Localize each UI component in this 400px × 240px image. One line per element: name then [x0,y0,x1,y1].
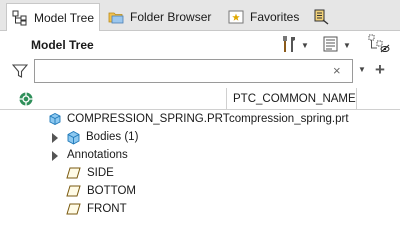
part-icon [48,112,62,129]
datum-plane-icon [66,202,81,219]
tab-model-tree[interactable]: Model Tree [6,3,100,32]
layer-tree-icon [313,9,329,25]
list-settings-icon [322,35,340,56]
tree-row-plane[interactable]: SIDE [0,165,400,183]
hide-items-button[interactable] [368,34,390,57]
datum-plane-icon [66,184,81,201]
tab-layer-tree[interactable] [313,3,335,31]
hidden-items-icon [368,34,390,57]
chevron-down-icon: ▼ [301,40,309,50]
expand-icon[interactable] [52,151,58,161]
tree-row-label: BOTTOM [87,185,136,197]
body-icon [66,130,81,148]
tree-settings-button[interactable]: ▼ [280,35,309,55]
tree-row-plane[interactable]: FRONT [0,201,400,219]
model-tree-toolbar: Model Tree ▼ ▼ [0,31,400,58]
tree-row-bodies[interactable]: Bodies (1) [0,129,400,147]
tree-row-label: Bodies (1) [86,131,139,143]
chevron-down-icon[interactable]: ▼ [358,65,366,74]
filter-row: × ▼ + [0,58,400,86]
tree-row-annotations[interactable]: Annotations [0,147,400,165]
filter-icon[interactable] [11,63,29,82]
folder-icon [108,9,124,25]
model-tree-icon [12,10,28,26]
column-header-common-name[interactable]: PTC_COMMON_NAME [226,88,357,110]
show-columns-button[interactable]: ▼ [322,35,351,55]
tree-row-label: FRONT [87,203,127,215]
tools-icon [280,35,298,56]
tab-model-tree-label: Model Tree [34,11,95,25]
tab-favorites-label: Favorites [250,10,300,24]
tree-row-label: SIDE [87,167,114,179]
tree-row-plane[interactable]: BOTTOM [0,183,400,201]
chevron-down-icon: ▼ [343,40,351,50]
tree-column-header: PTC_COMMON_NAME [0,88,400,110]
tree-row-root[interactable]: COMPRESSION_SPRING.PRT compression_sprin… [0,111,400,129]
tab-folder-browser-label: Folder Browser [130,10,212,24]
tab-folder-browser[interactable]: Folder Browser [108,3,218,31]
tree-row-label: COMPRESSION_SPRING.PRT [67,113,230,125]
model-root-icon [18,91,34,110]
add-filter-button[interactable]: + [375,60,385,80]
panel-title: Model Tree [31,38,94,52]
favorites-icon [228,9,244,25]
clear-icon[interactable]: × [333,63,341,78]
expand-icon[interactable] [52,133,58,143]
search-input[interactable] [34,59,353,83]
tree-row-common-name: compression_spring.prt [229,113,349,125]
panel-tab-bar: Model Tree Folder Browser Favorites [0,0,400,32]
tree-row-label: Annotations [67,149,128,161]
datum-plane-icon [66,166,81,183]
tab-favorites[interactable]: Favorites [228,3,308,31]
